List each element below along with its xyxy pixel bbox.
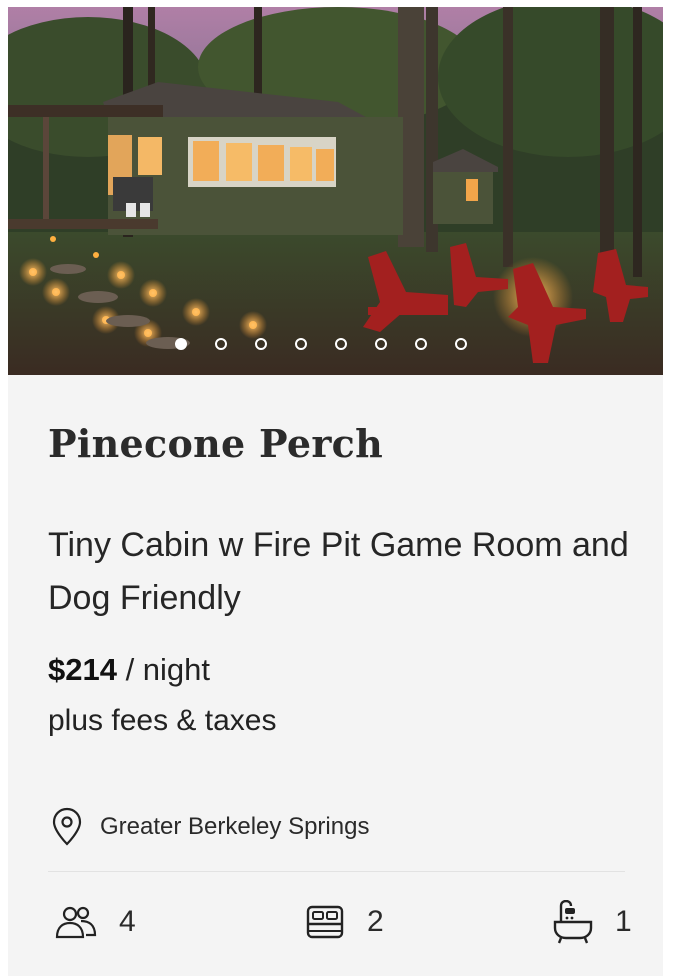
bedrooms-amenity: 2 [305,900,384,944]
listing-title[interactable]: Pinecone Perch [48,421,383,466]
carousel-dot[interactable] [215,338,227,350]
carousel-indicators [8,338,663,356]
carousel-dot[interactable] [175,338,187,350]
bathrooms-count: 1 [615,905,632,938]
divider [48,871,625,872]
guests-icon [55,906,97,939]
carousel-dot[interactable] [255,338,267,350]
carousel-dot[interactable] [415,338,427,350]
guests-amenity: 4 [55,900,136,944]
carousel-dot[interactable] [455,338,467,350]
carousel-dot[interactable] [335,338,347,350]
price-amount: $214 [48,652,117,687]
carousel-dot[interactable] [295,338,307,350]
location-text: Greater Berkeley Springs [100,813,370,840]
map-pin-icon [52,807,82,846]
guests-count: 4 [119,905,136,938]
listing-card[interactable]: Pinecone Perch Tiny Cabin w Fire Pit Gam… [8,7,663,976]
price-unit: / night [116,652,211,687]
listing-description: Tiny Cabin w Fire Pit Game Room and Dog … [48,526,629,617]
listing-photo-carousel[interactable] [8,7,663,375]
bed-icon [306,905,344,939]
bedrooms-count: 2 [367,905,384,938]
fees-note: plus fees & taxes [48,704,277,737]
bathtub-icon [553,900,593,944]
price-line: $214 / night [48,652,210,688]
location-row: Greater Berkeley Springs [52,806,369,848]
carousel-dot[interactable] [375,338,387,350]
cabin-photo [8,7,663,375]
bathrooms-amenity: 1 [553,900,632,944]
